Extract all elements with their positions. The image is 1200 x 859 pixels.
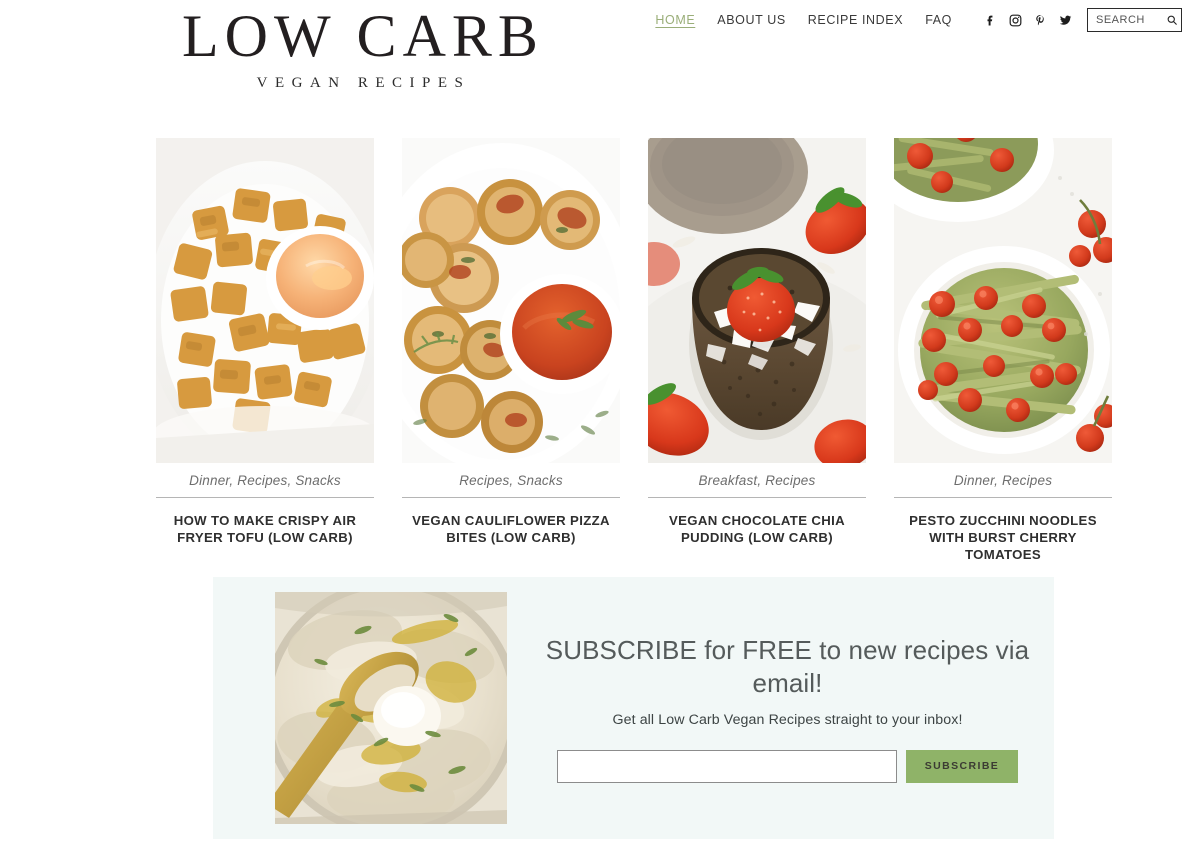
search-icon[interactable] — [1166, 14, 1178, 26]
recipe-grid: Dinner, Recipes, Snacks HOW TO MAKE CRIS… — [156, 138, 1114, 563]
instagram-icon[interactable] — [1007, 12, 1023, 28]
recipe-card: Breakfast, Recipes VEGAN CHOCOLATE CHIA … — [648, 138, 866, 563]
nav-item-home[interactable]: HOME — [655, 13, 695, 27]
recipe-card: Recipes, Snacks VEGAN CAULIFLOWER PIZZA … — [402, 138, 620, 563]
recipe-thumbnail-tofu[interactable] — [156, 138, 374, 463]
facebook-icon[interactable] — [982, 12, 998, 28]
recipe-thumbnail-zucchini-noodles[interactable] — [894, 138, 1112, 463]
social-links — [982, 12, 1073, 28]
email-field[interactable] — [557, 749, 897, 783]
recipe-categories[interactable]: Dinner, Recipes — [894, 473, 1112, 498]
subscribe-image — [275, 592, 507, 824]
nav-item-faq[interactable]: FAQ — [925, 13, 952, 27]
recipe-thumbnail-chia-pudding[interactable] — [648, 138, 866, 463]
recipe-title[interactable]: VEGAN CAULIFLOWER PIZZA BITES (LOW CARB) — [402, 512, 620, 546]
recipe-categories[interactable]: Breakfast, Recipes — [648, 473, 866, 498]
nav-item-recipe-index[interactable]: RECIPE INDEX — [808, 13, 903, 27]
logo-title: LOW CARB — [182, 3, 544, 69]
recipe-title[interactable]: VEGAN CHOCOLATE CHIA PUDDING (LOW CARB) — [648, 512, 866, 546]
recipe-categories[interactable]: Recipes, Snacks — [402, 473, 620, 498]
subscribe-panel: SUBSCRIBE for FREE to new recipes via em… — [213, 577, 1054, 839]
nav-item-about-us[interactable]: ABOUT US — [717, 13, 785, 27]
main-navigation: HOME ABOUT US RECIPE INDEX FAQ — [655, 7, 1182, 33]
site-logo[interactable]: LOW CARB VEGAN RECIPES — [160, 2, 560, 92]
pinterest-icon[interactable] — [1032, 12, 1048, 28]
recipe-thumbnail-cauliflower-bites[interactable] — [402, 138, 620, 463]
subscribe-heading: SUBSCRIBE for FREE to new recipes via em… — [545, 634, 1030, 698]
recipe-card: Dinner, Recipes PESTO ZUCCHINI NOODLES W… — [894, 138, 1112, 563]
search-input[interactable] — [1096, 14, 1166, 26]
subscribe-form: SUBSCRIBE — [545, 749, 1030, 783]
site-header: LOW CARB VEGAN RECIPES HOME ABOUT US REC… — [0, 0, 1200, 118]
subscribe-content: SUBSCRIBE for FREE to new recipes via em… — [507, 634, 1054, 783]
recipe-title[interactable]: HOW TO MAKE CRISPY AIR FRYER TOFU (LOW C… — [156, 512, 374, 546]
recipe-categories[interactable]: Dinner, Recipes, Snacks — [156, 473, 374, 498]
recipe-title[interactable]: PESTO ZUCCHINI NOODLES WITH BURST CHERRY… — [894, 512, 1112, 563]
subscribe-button[interactable]: SUBSCRIBE — [906, 749, 1018, 783]
subscribe-subtext: Get all Low Carb Vegan Recipes straight … — [612, 711, 963, 728]
twitter-icon[interactable] — [1057, 12, 1073, 28]
logo-subtitle: VEGAN RECIPES — [256, 75, 471, 91]
recipe-card: Dinner, Recipes, Snacks HOW TO MAKE CRIS… — [156, 138, 374, 563]
search-box[interactable] — [1087, 8, 1182, 32]
